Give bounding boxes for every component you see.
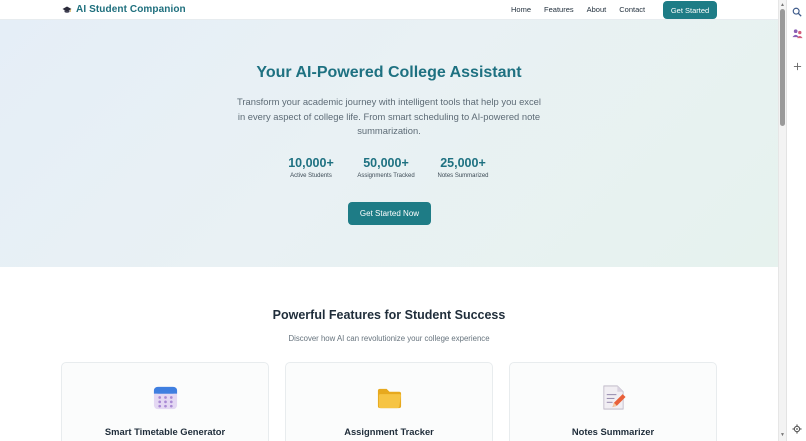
features-title: Powerful Features for Student Success (272, 308, 506, 322)
page-scrollbar[interactable]: ▲ ▼ (778, 0, 786, 441)
stat-notes-summarized: 25,000+ Notes Summarized (432, 156, 494, 179)
stat-label: Active Students (290, 173, 332, 179)
feature-card-title: Assignment Tracker (344, 426, 434, 437)
memo-icon (603, 385, 626, 410)
nav-link-home[interactable]: Home (511, 5, 531, 14)
stat-value: 50,000+ (363, 156, 409, 170)
stats-row: 10,000+ Active Students 50,000+ Assignme… (0, 156, 778, 186)
people-icon[interactable] (791, 27, 803, 39)
nav-link-contact[interactable]: Contact (619, 5, 645, 14)
brand-name: AI Student Companion (76, 4, 186, 15)
feature-card-title: Notes Summarizer (571, 426, 655, 437)
nav-links: Home Features About Contact (511, 5, 658, 14)
get-started-now-button[interactable]: Get Started Now (348, 202, 431, 225)
scroll-down-arrow-icon[interactable]: ▼ (780, 432, 785, 438)
nav-link-features[interactable]: Features (544, 5, 574, 14)
stat-value: 10,000+ (288, 156, 334, 170)
feature-card-title: Smart Timetable Generator (104, 426, 226, 437)
scrollbar-thumb[interactable] (780, 9, 785, 126)
browser-viewport: AI Student Companion Home Features About… (0, 0, 778, 441)
settings-icon[interactable] (791, 423, 803, 435)
graduation-cap-icon (62, 6, 72, 13)
hero-section: Your AI-Powered College Assistant Transf… (0, 20, 778, 267)
stat-label: Notes Summarized (437, 173, 489, 179)
scroll-up-arrow-icon[interactable]: ▲ (780, 2, 785, 8)
stat-assignments-tracked: 50,000+ Assignments Tracked (352, 156, 420, 179)
stat-value: 25,000+ (440, 156, 486, 170)
stat-active-students: 10,000+ Active Students (281, 156, 341, 179)
navbar: AI Student Companion Home Features About… (0, 0, 778, 20)
feature-card-timetable[interactable]: Smart Timetable Generator (61, 362, 269, 441)
stat-label: Assignments Tracked (357, 173, 415, 179)
feature-card-assignments[interactable]: Assignment Tracker (285, 362, 493, 441)
nav-link-about[interactable]: About (587, 5, 607, 14)
get-started-button[interactable]: Get Started (663, 1, 717, 19)
hero-subtitle: Transform your academic journey with int… (237, 96, 541, 136)
brand[interactable]: AI Student Companion (62, 4, 186, 15)
search-icon[interactable] (791, 6, 803, 18)
features-subtitle: Discover how AI can revolutionize your c… (288, 334, 490, 343)
plus-icon[interactable] (791, 60, 803, 72)
folder-icon (377, 388, 402, 409)
feature-card-notes[interactable]: Notes Summarizer (509, 362, 717, 441)
hero-title: Your AI-Powered College Assistant (256, 64, 522, 81)
browser-side-panel (786, 0, 806, 441)
calendar-icon (153, 386, 178, 410)
